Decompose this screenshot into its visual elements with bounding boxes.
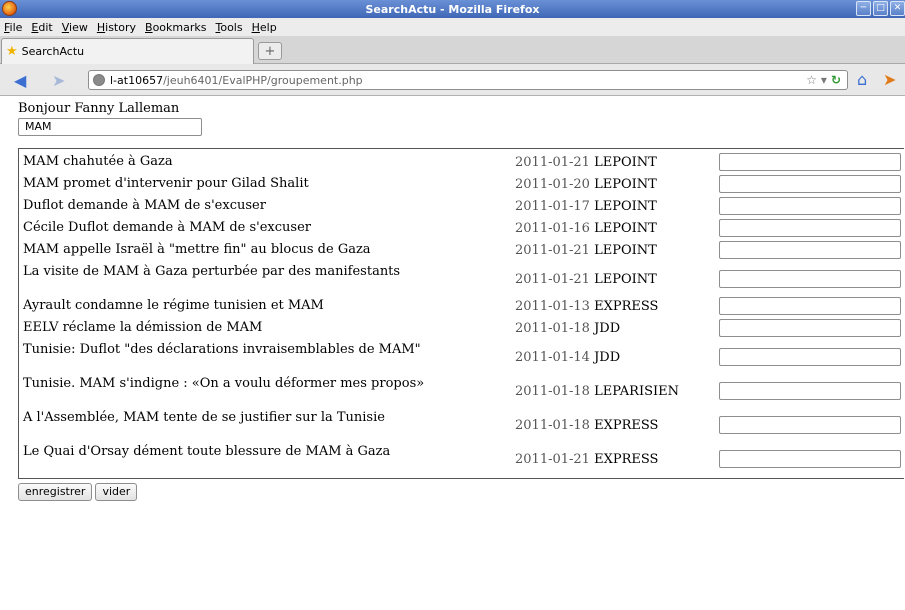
home-icon[interactable]: ⌂	[857, 70, 867, 89]
group-input[interactable]	[719, 219, 901, 237]
result-date: 2011-01-18	[515, 418, 590, 433]
result-source: LEPOINT	[594, 243, 657, 258]
result-date: 2011-01-21	[515, 272, 590, 287]
result-source: LEPOINT	[594, 272, 657, 287]
group-input[interactable]	[719, 297, 901, 315]
window-titlebar: SearchActu - Mozilla Firefox ─ □ ✕	[0, 0, 905, 18]
result-source: JDD	[594, 350, 621, 365]
maximize-button[interactable]: □	[873, 1, 888, 16]
result-source: EXPRESS	[594, 452, 659, 467]
results-table: MAM chahutée à Gaza 2011-01-21 LEPOINT M…	[18, 148, 904, 479]
table-row: Tunisie: Duflot "des déclarations invrai…	[19, 339, 905, 373]
menu-view[interactable]: View	[62, 21, 88, 34]
globe-icon	[93, 74, 105, 86]
result-source: EXPRESS	[594, 418, 659, 433]
result-date: 2011-01-21	[515, 243, 590, 258]
group-input[interactable]	[719, 241, 901, 259]
table-row: Tunisie. MAM s'indigne : «On a voulu déf…	[19, 373, 905, 407]
minimize-button[interactable]: ─	[856, 1, 871, 16]
result-title: Ayrault condamne le régime tunisien et M…	[23, 298, 324, 313]
table-row: MAM promet d'intervenir pour Gilad Shali…	[19, 173, 905, 195]
result-date: 2011-01-13	[515, 299, 590, 314]
navigation-toolbar: ◀ ➤ l-at10657/jeuh6401/EvalPHP/groupemen…	[0, 64, 905, 96]
result-title: EELV réclame la démission de MAM	[23, 320, 263, 335]
menu-tools[interactable]: Tools	[215, 21, 242, 34]
menu-help[interactable]: Help	[252, 21, 277, 34]
bookmark-star-icon[interactable]: ☆	[806, 73, 817, 87]
form-buttons: enregistrer vider	[18, 483, 138, 501]
group-input[interactable]	[719, 270, 901, 288]
result-source: LEPARISIEN	[594, 384, 679, 399]
result-title: Tunisie: Duflot "des déclarations invrai…	[23, 342, 421, 357]
result-date: 2011-01-21	[515, 452, 590, 467]
result-date: 2011-01-18	[515, 321, 590, 336]
share-icon[interactable]: ➤	[883, 70, 896, 89]
table-row: MAM appelle Israël à "mettre fin" au blo…	[19, 239, 905, 261]
table-row: MAM chahutée à Gaza 2011-01-21 LEPOINT	[19, 151, 905, 173]
group-input[interactable]	[719, 348, 901, 366]
page-content: Bonjour Fanny Lalleman MAM MAM chahutée …	[0, 96, 905, 610]
search-input[interactable]: MAM	[18, 118, 202, 136]
result-title: MAM appelle Israël à "mettre fin" au blo…	[23, 242, 371, 257]
clear-button[interactable]: vider	[95, 483, 138, 501]
tab-label: SearchActu	[21, 45, 85, 58]
result-source: LEPOINT	[594, 155, 657, 170]
table-row: Le Quai d'Orsay dément toute blessure de…	[19, 441, 905, 475]
result-title: Duflot demande à MAM de s'excuser	[23, 198, 266, 213]
result-date: 2011-01-21	[515, 155, 590, 170]
dropdown-icon[interactable]: ▾	[821, 73, 827, 87]
result-title: MAM chahutée à Gaza	[23, 154, 173, 169]
group-input[interactable]	[719, 197, 901, 215]
menu-file[interactable]: File	[4, 21, 22, 34]
window-title: SearchActu - Mozilla Firefox	[365, 2, 540, 16]
new-tab-button[interactable]: +	[258, 42, 282, 60]
url-bar[interactable]: l-at10657/jeuh6401/EvalPHP/groupement.ph…	[88, 70, 848, 90]
group-input[interactable]	[719, 319, 901, 337]
menu-edit[interactable]: Edit	[31, 21, 52, 34]
back-arrow-icon[interactable]: ◀	[14, 71, 26, 90]
table-row: A l'Assemblée, MAM tente de se justifier…	[19, 407, 905, 441]
table-row: La visite de MAM à Gaza perturbée par de…	[19, 261, 905, 295]
result-title: MAM promet d'intervenir pour Gilad Shali…	[23, 176, 309, 191]
table-row: Ayrault condamne le régime tunisien et M…	[19, 295, 905, 317]
menu-bookmarks[interactable]: Bookmarks	[145, 21, 206, 34]
result-source: LEPOINT	[594, 221, 657, 236]
url-host: l-at10657	[110, 73, 164, 87]
forward-arrow-icon[interactable]: ➤	[52, 71, 65, 90]
table-row: Duflot demande à MAM de s'excuser 2011-0…	[19, 195, 905, 217]
group-input[interactable]	[719, 175, 901, 193]
group-input[interactable]	[719, 382, 901, 400]
result-source: JDD	[594, 321, 621, 336]
menu-history[interactable]: History	[97, 21, 136, 34]
result-title: La visite de MAM à Gaza perturbée par de…	[23, 264, 401, 279]
result-title: A l'Assemblée, MAM tente de se justifier…	[23, 410, 385, 425]
result-date: 2011-01-16	[515, 221, 590, 236]
tab-searchactu[interactable]: ★ SearchActu	[1, 38, 254, 64]
result-date: 2011-01-17	[515, 199, 590, 214]
result-date: 2011-01-20	[515, 177, 590, 192]
result-date: 2011-01-14	[515, 350, 590, 365]
result-title: Cécile Duflot demande à MAM de s'excuser	[23, 220, 311, 235]
group-input[interactable]	[719, 450, 901, 468]
result-date: 2011-01-18	[515, 384, 590, 399]
result-source: EXPRESS	[594, 299, 659, 314]
reload-icon[interactable]: ↻	[831, 73, 841, 87]
result-title: Le Quai d'Orsay dément toute blessure de…	[23, 444, 391, 459]
save-button[interactable]: enregistrer	[18, 483, 93, 501]
group-input[interactable]	[719, 153, 901, 171]
tab-strip: ★ SearchActu +	[0, 36, 905, 64]
close-button[interactable]: ✕	[890, 1, 905, 16]
url-path: /jeuh6401/EvalPHP/groupement.php	[163, 73, 363, 87]
table-row: Cécile Duflot demande à MAM de s'excuser…	[19, 217, 905, 239]
result-title: Tunisie. MAM s'indigne : «On a voulu déf…	[23, 376, 425, 391]
table-row: EELV réclame la démission de MAM 2011-01…	[19, 317, 905, 339]
menubar: File Edit View History Bookmarks Tools H…	[0, 18, 905, 36]
result-source: LEPOINT	[594, 177, 657, 192]
group-input[interactable]	[719, 416, 901, 434]
firefox-icon[interactable]	[2, 1, 17, 16]
result-source: LEPOINT	[594, 199, 657, 214]
greeting-text: Bonjour Fanny Lalleman	[18, 101, 180, 116]
star-icon: ★	[6, 44, 18, 59]
